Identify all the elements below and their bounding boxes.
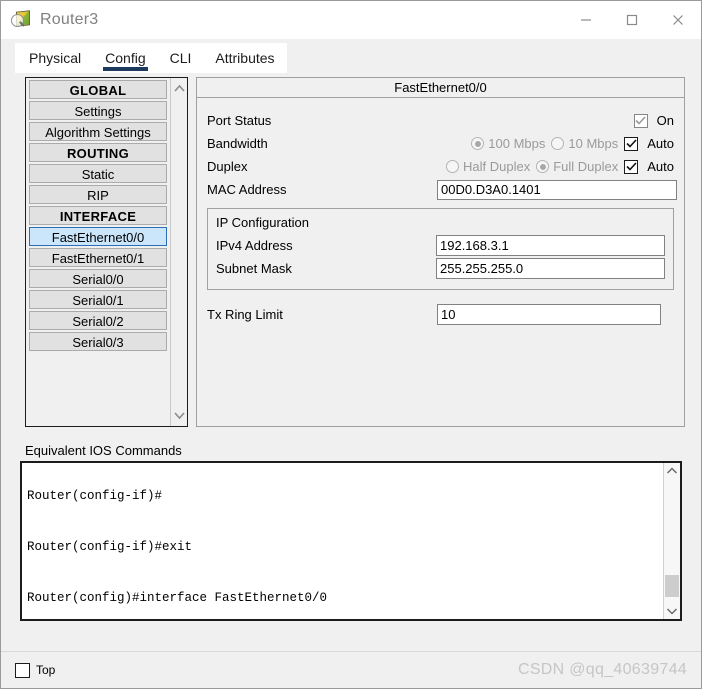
- tx-ring-limit-row: Tx Ring Limit: [207, 304, 674, 325]
- tab-cli-label: CLI: [169, 50, 192, 66]
- title-bar: Router3: [1, 1, 701, 39]
- window-title: Router3: [40, 11, 99, 28]
- ip-configuration-title: IP Configuration: [216, 215, 309, 230]
- ipv4-address-row: IPv4 Address: [216, 234, 665, 257]
- ipv4-address-label: IPv4 Address: [216, 238, 293, 253]
- router-config-window: Router3 Physical Config CLI Attributes G…: [0, 0, 702, 689]
- port-status-checkbox[interactable]: [633, 113, 648, 128]
- console-line: Router(config-if)#: [27, 489, 163, 503]
- console-scroll-up-icon[interactable]: [664, 463, 680, 479]
- ios-commands-console[interactable]: Router(config-if)# Router(config-if)#exi…: [20, 461, 682, 621]
- ios-commands-label: Equivalent IOS Commands: [25, 443, 182, 458]
- bandwidth-auto-label: Auto: [647, 136, 674, 151]
- sidebar-header-global: GLOBAL: [29, 80, 167, 99]
- mac-address-input[interactable]: [437, 179, 677, 200]
- sidebar-header-interface: INTERFACE: [29, 206, 167, 225]
- sidebar-item-serial0-3[interactable]: Serial0/3: [29, 332, 167, 351]
- duplex-full-option[interactable]: Full Duplex: [536, 159, 618, 174]
- sidebar-header-routing: ROUTING: [29, 143, 167, 162]
- duplex-auto-label: Auto: [647, 159, 674, 174]
- ios-commands-text: Router(config-if)# Router(config-if)#exi…: [22, 463, 663, 619]
- scroll-up-icon[interactable]: [173, 81, 186, 96]
- top-checkbox[interactable]: [15, 662, 30, 678]
- sidebar-scrollbar[interactable]: [170, 78, 187, 426]
- tab-config-label: Config: [105, 50, 146, 66]
- bandwidth-label: Bandwidth: [207, 136, 268, 151]
- panel-body: Port Status On Bandwidth 100 Mbps 10 Mbp…: [197, 98, 684, 325]
- watermark: CSDN @qq_40639744: [517, 661, 687, 678]
- duplex-row: Duplex Half Duplex Full Duplex Auto: [207, 156, 674, 177]
- duplex-half-label: Half Duplex: [463, 159, 531, 174]
- duplex-half-radio[interactable]: [446, 160, 460, 173]
- close-button[interactable]: [655, 1, 701, 39]
- bandwidth-row: Bandwidth 100 Mbps 10 Mbps Auto: [207, 133, 674, 154]
- duplex-label: Duplex: [207, 159, 248, 174]
- port-status-on-label: On: [656, 113, 674, 128]
- mac-address-row: MAC Address: [207, 179, 677, 200]
- bandwidth-100mbps-option[interactable]: 100 Mbps: [471, 136, 545, 151]
- sidebar-item-static[interactable]: Static: [29, 164, 167, 183]
- tab-cli[interactable]: CLI: [157, 43, 204, 73]
- minimize-button[interactable]: [563, 1, 609, 39]
- tx-ring-limit-label: Tx Ring Limit: [207, 307, 283, 322]
- duplex-half-option[interactable]: Half Duplex: [446, 159, 530, 174]
- bandwidth-100mbps-label: 100 Mbps: [488, 136, 546, 151]
- subnet-mask-row: Subnet Mask: [216, 257, 665, 280]
- ip-configuration-group: IP Configuration IPv4 Address Subnet Mas…: [207, 208, 674, 290]
- config-sidebar: GLOBAL Settings Algorithm Settings ROUTI…: [25, 77, 188, 427]
- window-controls: [563, 1, 701, 39]
- mac-address-label: MAC Address: [207, 182, 287, 197]
- tab-attributes-label: Attributes: [215, 50, 275, 66]
- sidebar-item-serial0-2[interactable]: Serial0/2: [29, 311, 167, 330]
- active-tab-indicator: [103, 67, 148, 71]
- bandwidth-100mbps-radio[interactable]: [471, 137, 485, 150]
- duplex-auto-checkbox[interactable]: [624, 159, 639, 174]
- duplex-full-label: Full Duplex: [553, 159, 619, 174]
- sidebar-item-settings[interactable]: Settings: [29, 101, 167, 120]
- scroll-down-icon[interactable]: [173, 408, 186, 423]
- interface-panel: FastEthernet0/0 Port Status On Bandwidth: [196, 77, 685, 427]
- sidebar-item-serial0-0[interactable]: Serial0/0: [29, 269, 167, 288]
- bandwidth-10mbps-radio[interactable]: [551, 137, 565, 150]
- sidebar-item-serial0-1[interactable]: Serial0/1: [29, 290, 167, 309]
- subnet-mask-input[interactable]: [436, 258, 665, 279]
- sidebar-list: GLOBAL Settings Algorithm Settings ROUTI…: [26, 78, 170, 426]
- tab-physical[interactable]: Physical: [15, 43, 94, 73]
- sidebar-item-fastethernet0-1[interactable]: FastEthernet0/1: [29, 248, 167, 267]
- bandwidth-auto-checkbox[interactable]: [624, 136, 639, 151]
- bandwidth-10mbps-label: 10 Mbps: [568, 136, 619, 151]
- port-status-label: Port Status: [207, 113, 272, 128]
- console-scroll-thumb[interactable]: [665, 575, 679, 597]
- subnet-mask-label: Subnet Mask: [216, 261, 292, 276]
- tab-physical-label: Physical: [29, 50, 82, 66]
- top-label: Top: [36, 663, 56, 677]
- console-line: Router(config)#interface FastEthernet0/0: [27, 591, 328, 605]
- console-line: Router(config-if)#exit: [27, 540, 193, 554]
- duplex-full-radio[interactable]: [536, 160, 550, 173]
- maximize-button[interactable]: [609, 1, 655, 39]
- ipv4-address-input[interactable]: [436, 235, 665, 256]
- tab-attributes[interactable]: Attributes: [203, 43, 287, 73]
- port-status-row: Port Status On: [207, 110, 674, 131]
- tab-bar: Physical Config CLI Attributes: [1, 39, 701, 73]
- console-scroll-down-icon[interactable]: [664, 603, 680, 619]
- tab-config[interactable]: Config: [93, 43, 158, 73]
- sidebar-item-fastethernet0-0[interactable]: FastEthernet0/0: [29, 227, 167, 246]
- tx-ring-limit-input[interactable]: [437, 304, 661, 325]
- router-magnifier-icon: [11, 10, 31, 30]
- panel-title: FastEthernet0/0: [197, 78, 684, 98]
- sidebar-item-rip[interactable]: RIP: [29, 185, 167, 204]
- footer-bar: Top CSDN @qq_40639744: [1, 651, 701, 688]
- sidebar-item-algorithm-settings[interactable]: Algorithm Settings: [29, 122, 167, 141]
- bandwidth-10mbps-option[interactable]: 10 Mbps: [551, 136, 618, 151]
- console-scrollbar[interactable]: [663, 463, 680, 619]
- config-content: GLOBAL Settings Algorithm Settings ROUTI…: [1, 73, 701, 651]
